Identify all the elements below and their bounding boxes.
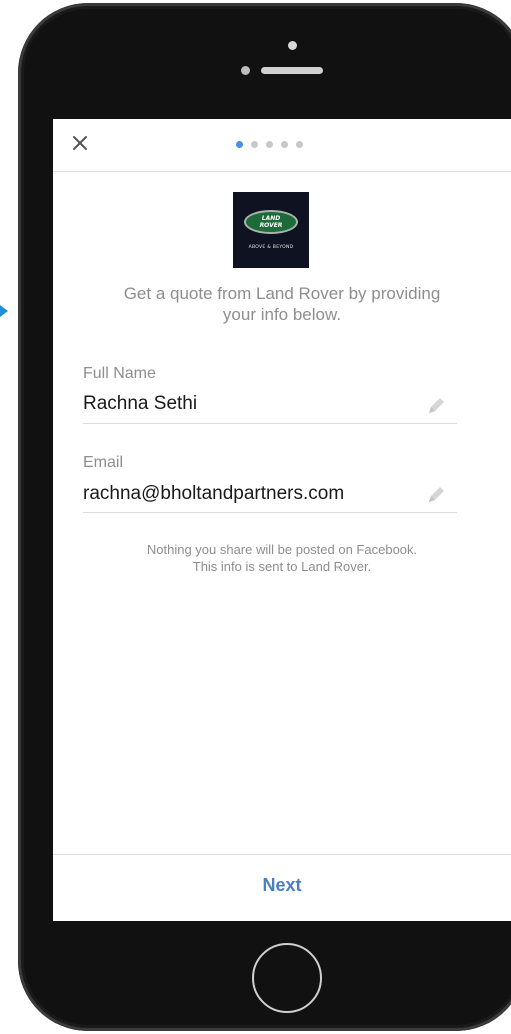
email-label: Email xyxy=(83,454,124,471)
full-name-underline xyxy=(83,423,457,424)
logo-tagline: ABOVE & BEYOND xyxy=(248,245,294,250)
intro-line-2: your info below. xyxy=(222,305,342,324)
home-button[interactable] xyxy=(252,943,322,1013)
logo-wordmark-line1: LAND xyxy=(261,215,281,222)
stage: LAND ROVER ABOVE & BEYOND Get a quote fr… xyxy=(0,0,511,1034)
proximity-sensor xyxy=(241,66,250,75)
form-footer: Next xyxy=(53,854,511,921)
email-field[interactable] xyxy=(83,483,423,505)
front-camera xyxy=(288,41,297,50)
logo-wordmark-line2: ROVER xyxy=(259,222,283,229)
progress-dot-2 xyxy=(251,141,258,148)
logo-oval-badge: LAND ROVER xyxy=(244,210,298,234)
full-name-label: Full Name xyxy=(83,365,156,382)
email-underline xyxy=(83,512,457,513)
pencil-icon[interactable] xyxy=(425,395,447,417)
privacy-line-1: Nothing you share will be posted on Face… xyxy=(146,542,418,557)
lead-form-screen: LAND ROVER ABOVE & BEYOND Get a quote fr… xyxy=(53,119,511,921)
earpiece-speaker xyxy=(261,67,323,74)
close-icon[interactable] xyxy=(69,132,91,154)
intro-line-1: Get a quote from Land Rover by providing xyxy=(123,284,441,303)
pointer-arrow-icon xyxy=(0,305,8,317)
privacy-note: Nothing you share will be posted on Face… xyxy=(73,541,491,575)
next-button[interactable]: Next xyxy=(53,875,511,896)
full-name-field[interactable] xyxy=(83,393,423,415)
progress-indicator xyxy=(236,141,303,148)
privacy-line-2: This info is sent to Land Rover. xyxy=(192,559,372,574)
progress-dot-1 xyxy=(236,141,243,148)
pencil-icon[interactable] xyxy=(425,484,447,506)
progress-dot-5 xyxy=(296,141,303,148)
progress-dot-3 xyxy=(266,141,273,148)
form-header xyxy=(53,119,511,172)
advertiser-logo: LAND ROVER ABOVE & BEYOND xyxy=(233,192,309,268)
progress-dot-4 xyxy=(281,141,288,148)
intro-text: Get a quote from Land Rover by providing… xyxy=(83,283,481,325)
